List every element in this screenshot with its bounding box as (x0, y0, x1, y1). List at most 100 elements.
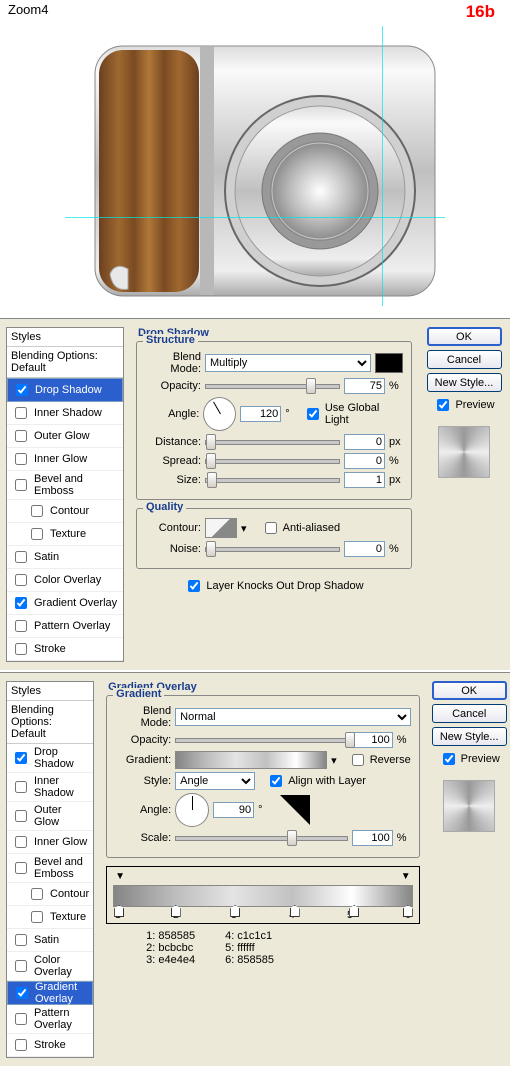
blending-options[interactable]: Blending Options: Default (7, 701, 93, 744)
knockout-checkbox[interactable] (188, 580, 200, 592)
pct-unit: % (389, 380, 403, 392)
style-item-inner-glow[interactable]: Inner Glow (7, 831, 93, 854)
style-checkbox[interactable] (15, 551, 27, 563)
distance-input[interactable] (344, 434, 385, 450)
style-item-texture[interactable]: Texture (7, 523, 123, 546)
style-checkbox[interactable] (31, 505, 43, 517)
style-label: Texture (50, 528, 86, 540)
style-item-drop-shadow[interactable]: Drop Shadow (7, 744, 93, 773)
style-item-gradient-overlay[interactable]: Gradient Overlay (7, 592, 123, 615)
cancel-button[interactable]: Cancel (427, 350, 502, 369)
style-item-drop-shadow[interactable]: Drop Shadow (7, 378, 123, 402)
cancel-button[interactable]: Cancel (432, 704, 507, 723)
styles-header[interactable]: Styles (7, 682, 93, 701)
style-checkbox[interactable] (15, 574, 27, 586)
anti-aliased-checkbox[interactable] (265, 522, 277, 534)
style-item-pattern-overlay[interactable]: Pattern Overlay (7, 1005, 93, 1034)
size-input[interactable] (344, 472, 385, 488)
opacity-input[interactable] (352, 732, 393, 748)
use-global-light-label: Use Global Light (325, 402, 403, 426)
style-checkbox[interactable] (15, 810, 27, 822)
new-style-button[interactable]: New Style... (432, 727, 507, 746)
chevron-down-icon[interactable]: ▾ (331, 754, 337, 767)
align-checkbox[interactable] (270, 775, 282, 787)
align-label: Align with Layer (288, 775, 366, 787)
preview-checkbox[interactable] (443, 753, 455, 765)
style-item-gradient-overlay[interactable]: Gradient Overlay (7, 981, 93, 1005)
opacity-input[interactable] (344, 378, 385, 394)
style-checkbox[interactable] (15, 752, 27, 764)
style-checkbox[interactable] (15, 407, 27, 419)
group-quality: Quality (143, 501, 186, 513)
reverse-label: Reverse (370, 754, 411, 766)
style-item-bevel-and-emboss[interactable]: Bevel and Emboss (7, 471, 123, 500)
style-item-inner-shadow[interactable]: Inner Shadow (7, 773, 93, 802)
blend-mode-select[interactable]: Normal (175, 708, 411, 726)
styles-header[interactable]: Styles (7, 328, 123, 347)
contour-picker[interactable] (205, 518, 237, 538)
style-label: Stroke (34, 643, 66, 655)
preview-label: Preview (461, 753, 500, 765)
style-checkbox[interactable] (15, 862, 27, 874)
reverse-checkbox[interactable] (352, 754, 364, 766)
chevron-down-icon[interactable]: ▾ (241, 522, 247, 535)
style-checkbox[interactable] (15, 597, 27, 609)
angle-input[interactable] (240, 406, 281, 422)
style-item-outer-glow[interactable]: Outer Glow (7, 425, 123, 448)
ok-button[interactable]: OK (427, 327, 502, 346)
use-global-light-checkbox[interactable] (307, 408, 319, 420)
style-checkbox[interactable] (15, 430, 27, 442)
style-checkbox[interactable] (15, 934, 27, 946)
style-label: Inner Glow (34, 836, 87, 848)
style-checkbox[interactable] (16, 384, 28, 396)
style-item-outer-glow[interactable]: Outer Glow (7, 802, 93, 831)
style-select[interactable]: Angle (175, 772, 255, 790)
style-checkbox[interactable] (16, 987, 28, 999)
style-item-bevel-and-emboss[interactable]: Bevel and Emboss (7, 854, 93, 883)
style-item-inner-glow[interactable]: Inner Glow (7, 448, 123, 471)
spread-input[interactable] (344, 453, 385, 469)
blending-options[interactable]: Blending Options: Default (7, 347, 123, 378)
angle-dial[interactable] (203, 397, 236, 431)
new-style-button[interactable]: New Style... (427, 373, 502, 392)
style-checkbox[interactable] (15, 836, 27, 848)
stop-marker-top[interactable]: ▼ (115, 871, 125, 882)
style-item-contour[interactable]: Contour (7, 500, 123, 523)
stop-marker-top[interactable]: ▼ (401, 871, 411, 882)
noise-input[interactable] (344, 541, 385, 557)
style-label: Pattern Overlay (34, 620, 110, 632)
style-item-pattern-overlay[interactable]: Pattern Overlay (7, 615, 123, 638)
style-item-satin[interactable]: Satin (7, 929, 93, 952)
style-item-inner-shadow[interactable]: Inner Shadow (7, 402, 123, 425)
style-checkbox[interactable] (15, 1039, 27, 1051)
style-label: Satin (34, 551, 59, 563)
gradient-picker[interactable] (175, 751, 327, 769)
color-swatch[interactable] (375, 353, 403, 373)
blend-mode-select[interactable]: Multiply (205, 354, 371, 372)
style-item-color-overlay[interactable]: Color Overlay (7, 569, 123, 592)
style-checkbox[interactable] (15, 620, 27, 632)
gradient-strip[interactable] (113, 885, 413, 907)
angle-dial[interactable] (175, 793, 209, 827)
scale-input[interactable] (352, 830, 393, 846)
preview-checkbox[interactable] (437, 399, 449, 411)
style-checkbox[interactable] (15, 453, 27, 465)
style-item-contour[interactable]: Contour (7, 883, 93, 906)
angle-input[interactable] (213, 802, 254, 818)
style-item-satin[interactable]: Satin (7, 546, 123, 569)
style-item-color-overlay[interactable]: Color Overlay (7, 952, 93, 981)
style-label: Inner Glow (34, 453, 87, 465)
style-checkbox[interactable] (31, 911, 43, 923)
style-checkbox[interactable] (15, 643, 27, 655)
ok-button[interactable]: OK (432, 681, 507, 700)
style-checkbox[interactable] (15, 960, 27, 972)
style-item-texture[interactable]: Texture (7, 906, 93, 929)
style-item-stroke[interactable]: Stroke (7, 1034, 93, 1057)
style-checkbox[interactable] (15, 479, 27, 491)
style-checkbox[interactable] (31, 528, 43, 540)
style-checkbox[interactable] (15, 1013, 27, 1025)
style-checkbox[interactable] (15, 781, 27, 793)
style-item-stroke[interactable]: Stroke (7, 638, 123, 661)
layer-style-dialog-gradient-overlay: Styles Blending Options: Default Drop Sh… (0, 672, 510, 1066)
style-checkbox[interactable] (31, 888, 43, 900)
